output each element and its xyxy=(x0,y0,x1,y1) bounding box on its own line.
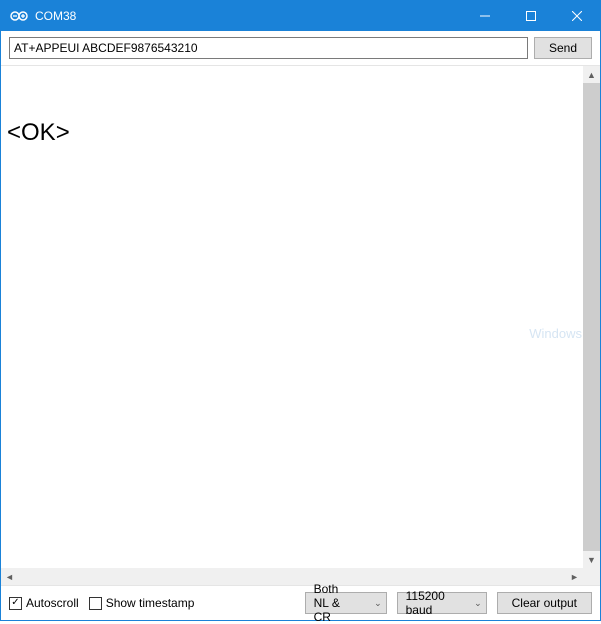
scroll-corner xyxy=(583,568,600,585)
chevron-down-icon: ⌄ xyxy=(374,598,382,609)
close-button[interactable] xyxy=(554,1,600,31)
chevron-down-icon: ⌄ xyxy=(474,598,482,609)
hscroll-row: ◄ ► xyxy=(1,568,600,585)
content-area: <OK> Windows ▲ ▼ xyxy=(1,66,600,568)
serial-output[interactable]: <OK> xyxy=(1,66,583,568)
hscroll-track[interactable] xyxy=(18,568,566,585)
timestamp-checkbox[interactable]: Show timestamp xyxy=(89,596,195,610)
input-bar: Send xyxy=(1,31,600,66)
serial-monitor-window: COM38 Send <OK> Windows ▲ xyxy=(0,0,601,621)
autoscroll-checkbox[interactable]: ✓ Autoscroll xyxy=(9,596,79,610)
baud-select[interactable]: 115200 baud ⌄ xyxy=(397,592,487,614)
bottom-bar: ✓ Autoscroll Show timestamp Both NL & CR… xyxy=(1,585,600,620)
checkbox-unchecked-icon xyxy=(89,597,102,610)
maximize-button[interactable] xyxy=(508,1,554,31)
titlebar[interactable]: COM38 xyxy=(1,1,600,31)
window-controls xyxy=(462,1,600,31)
horizontal-scrollbar[interactable]: ◄ ► xyxy=(1,568,583,585)
window-title: COM38 xyxy=(35,9,462,23)
vertical-scrollbar[interactable]: ▲ ▼ xyxy=(583,66,600,568)
scroll-left-icon[interactable]: ◄ xyxy=(1,568,18,585)
line-ending-select[interactable]: Both NL & CR ⌄ xyxy=(305,592,387,614)
checkbox-checked-icon: ✓ xyxy=(9,597,22,610)
scroll-right-icon[interactable]: ► xyxy=(566,568,583,585)
send-button[interactable]: Send xyxy=(534,37,592,59)
arduino-icon xyxy=(9,6,29,26)
line-ending-value: Both NL & CR xyxy=(314,582,356,624)
command-input[interactable] xyxy=(9,37,528,59)
scroll-up-icon[interactable]: ▲ xyxy=(583,66,600,83)
vscroll-track[interactable] xyxy=(583,83,600,551)
timestamp-label: Show timestamp xyxy=(106,596,195,610)
autoscroll-label: Autoscroll xyxy=(26,596,79,610)
vscroll-thumb[interactable] xyxy=(583,83,600,551)
minimize-button[interactable] xyxy=(462,1,508,31)
scroll-down-icon[interactable]: ▼ xyxy=(583,551,600,568)
clear-output-button[interactable]: Clear output xyxy=(497,592,592,614)
baud-value: 115200 baud xyxy=(406,589,456,617)
